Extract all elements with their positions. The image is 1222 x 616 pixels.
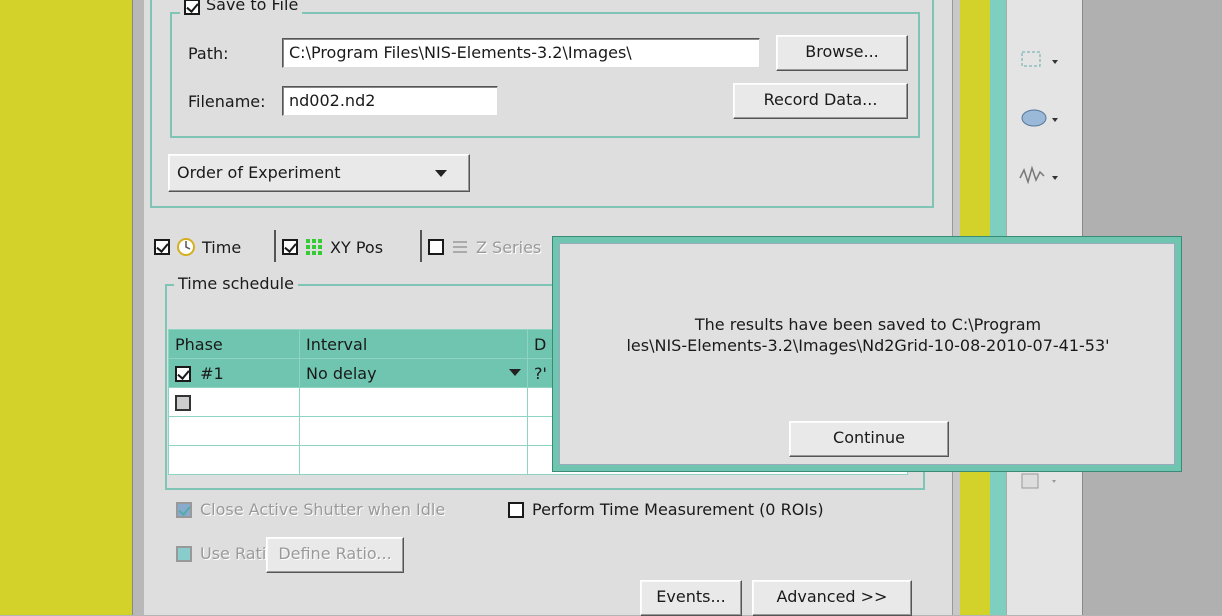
advanced-button[interactable]: Advanced >> — [752, 580, 912, 616]
phase-checkbox[interactable] — [175, 366, 191, 382]
toolbar-ellipse-button[interactable] — [1012, 98, 1078, 142]
tab-xy-pos[interactable]: XY Pos — [278, 230, 420, 264]
tab-divider-2 — [420, 230, 422, 262]
xy-grid-icon — [306, 239, 322, 255]
use-ratio-option[interactable]: Use Ratio — [176, 544, 276, 563]
dialog-message-line1: The results have been saved to C:\Progra… — [694, 315, 1042, 334]
tab-z-checkbox[interactable] — [428, 239, 444, 255]
column-header-interval: Interval — [299, 329, 528, 359]
time-schedule-legend: Time schedule — [174, 274, 298, 293]
order-of-experiment-label: Order of Experiment — [177, 163, 341, 182]
tab-xy-checkbox[interactable] — [282, 239, 298, 255]
toolbar-wave-button[interactable] — [1012, 156, 1078, 200]
chevron-down-icon[interactable] — [509, 369, 521, 377]
phase-cell[interactable] — [168, 416, 300, 446]
left-divider — [132, 0, 144, 615]
perform-time-option[interactable]: Perform Time Measurement (0 ROIs) — [508, 500, 824, 519]
define-ratio-button[interactable]: Define Ratio... — [266, 537, 404, 573]
tab-time[interactable]: Time — [150, 230, 274, 264]
close-shutter-checkbox[interactable] — [176, 501, 192, 518]
dialog-message: The results have been saved to C:\Progra… — [560, 314, 1176, 356]
tab-z-series[interactable]: Z Series — [424, 230, 564, 264]
close-shutter-label: Close Active Shutter when Idle — [200, 500, 446, 519]
interval-cell[interactable] — [299, 387, 528, 417]
toolbar-rect-button[interactable] — [1012, 40, 1078, 84]
order-of-experiment-dropdown[interactable]: Order of Experiment — [168, 154, 470, 192]
dialog-body: The results have been saved to C:\Progra… — [559, 243, 1175, 465]
interval-cell[interactable] — [299, 416, 528, 446]
chevron-down-icon — [435, 170, 447, 177]
tab-divider-1 — [274, 230, 276, 262]
tab-time-label: Time — [202, 237, 242, 257]
phase-cell[interactable] — [168, 445, 300, 475]
phase-value: #1 — [200, 363, 224, 383]
clock-icon — [177, 238, 195, 256]
phase-cell[interactable] — [168, 387, 300, 417]
tab-time-checkbox[interactable] — [154, 239, 170, 255]
left-yellow-area — [0, 0, 132, 615]
phase-checkbox[interactable] — [175, 395, 191, 411]
interval-cell[interactable] — [299, 445, 528, 475]
ellipse-tool-icon — [1021, 109, 1058, 127]
rectangle-select-icon — [1021, 51, 1058, 67]
tab-xy-label: XY Pos — [330, 237, 384, 257]
continue-button[interactable]: Continue — [789, 421, 949, 457]
events-button[interactable]: Events... — [640, 580, 742, 616]
perform-time-label: Perform Time Measurement (0 ROIs) — [532, 500, 824, 519]
phase-cell[interactable]: #1 — [168, 358, 300, 388]
perform-time-checkbox[interactable] — [508, 501, 524, 518]
dialog-message-line2: les\NIS-Elements-3.2\Images\Nd2Grid-10-0… — [626, 336, 1110, 355]
tab-z-label: Z Series — [476, 237, 542, 257]
column-header-phase: Phase — [168, 329, 300, 359]
use-ratio-checkbox[interactable] — [176, 545, 192, 562]
use-ratio-label: Use Ratio — [200, 544, 277, 563]
z-series-icon — [453, 241, 467, 253]
interval-value: No delay — [306, 363, 377, 383]
results-dialog: The results have been saved to C:\Progra… — [552, 236, 1182, 472]
close-shutter-option[interactable]: Close Active Shutter when Idle — [176, 500, 445, 519]
interval-cell[interactable]: No delay — [299, 358, 528, 388]
waveform-tool-icon — [1019, 165, 1058, 185]
